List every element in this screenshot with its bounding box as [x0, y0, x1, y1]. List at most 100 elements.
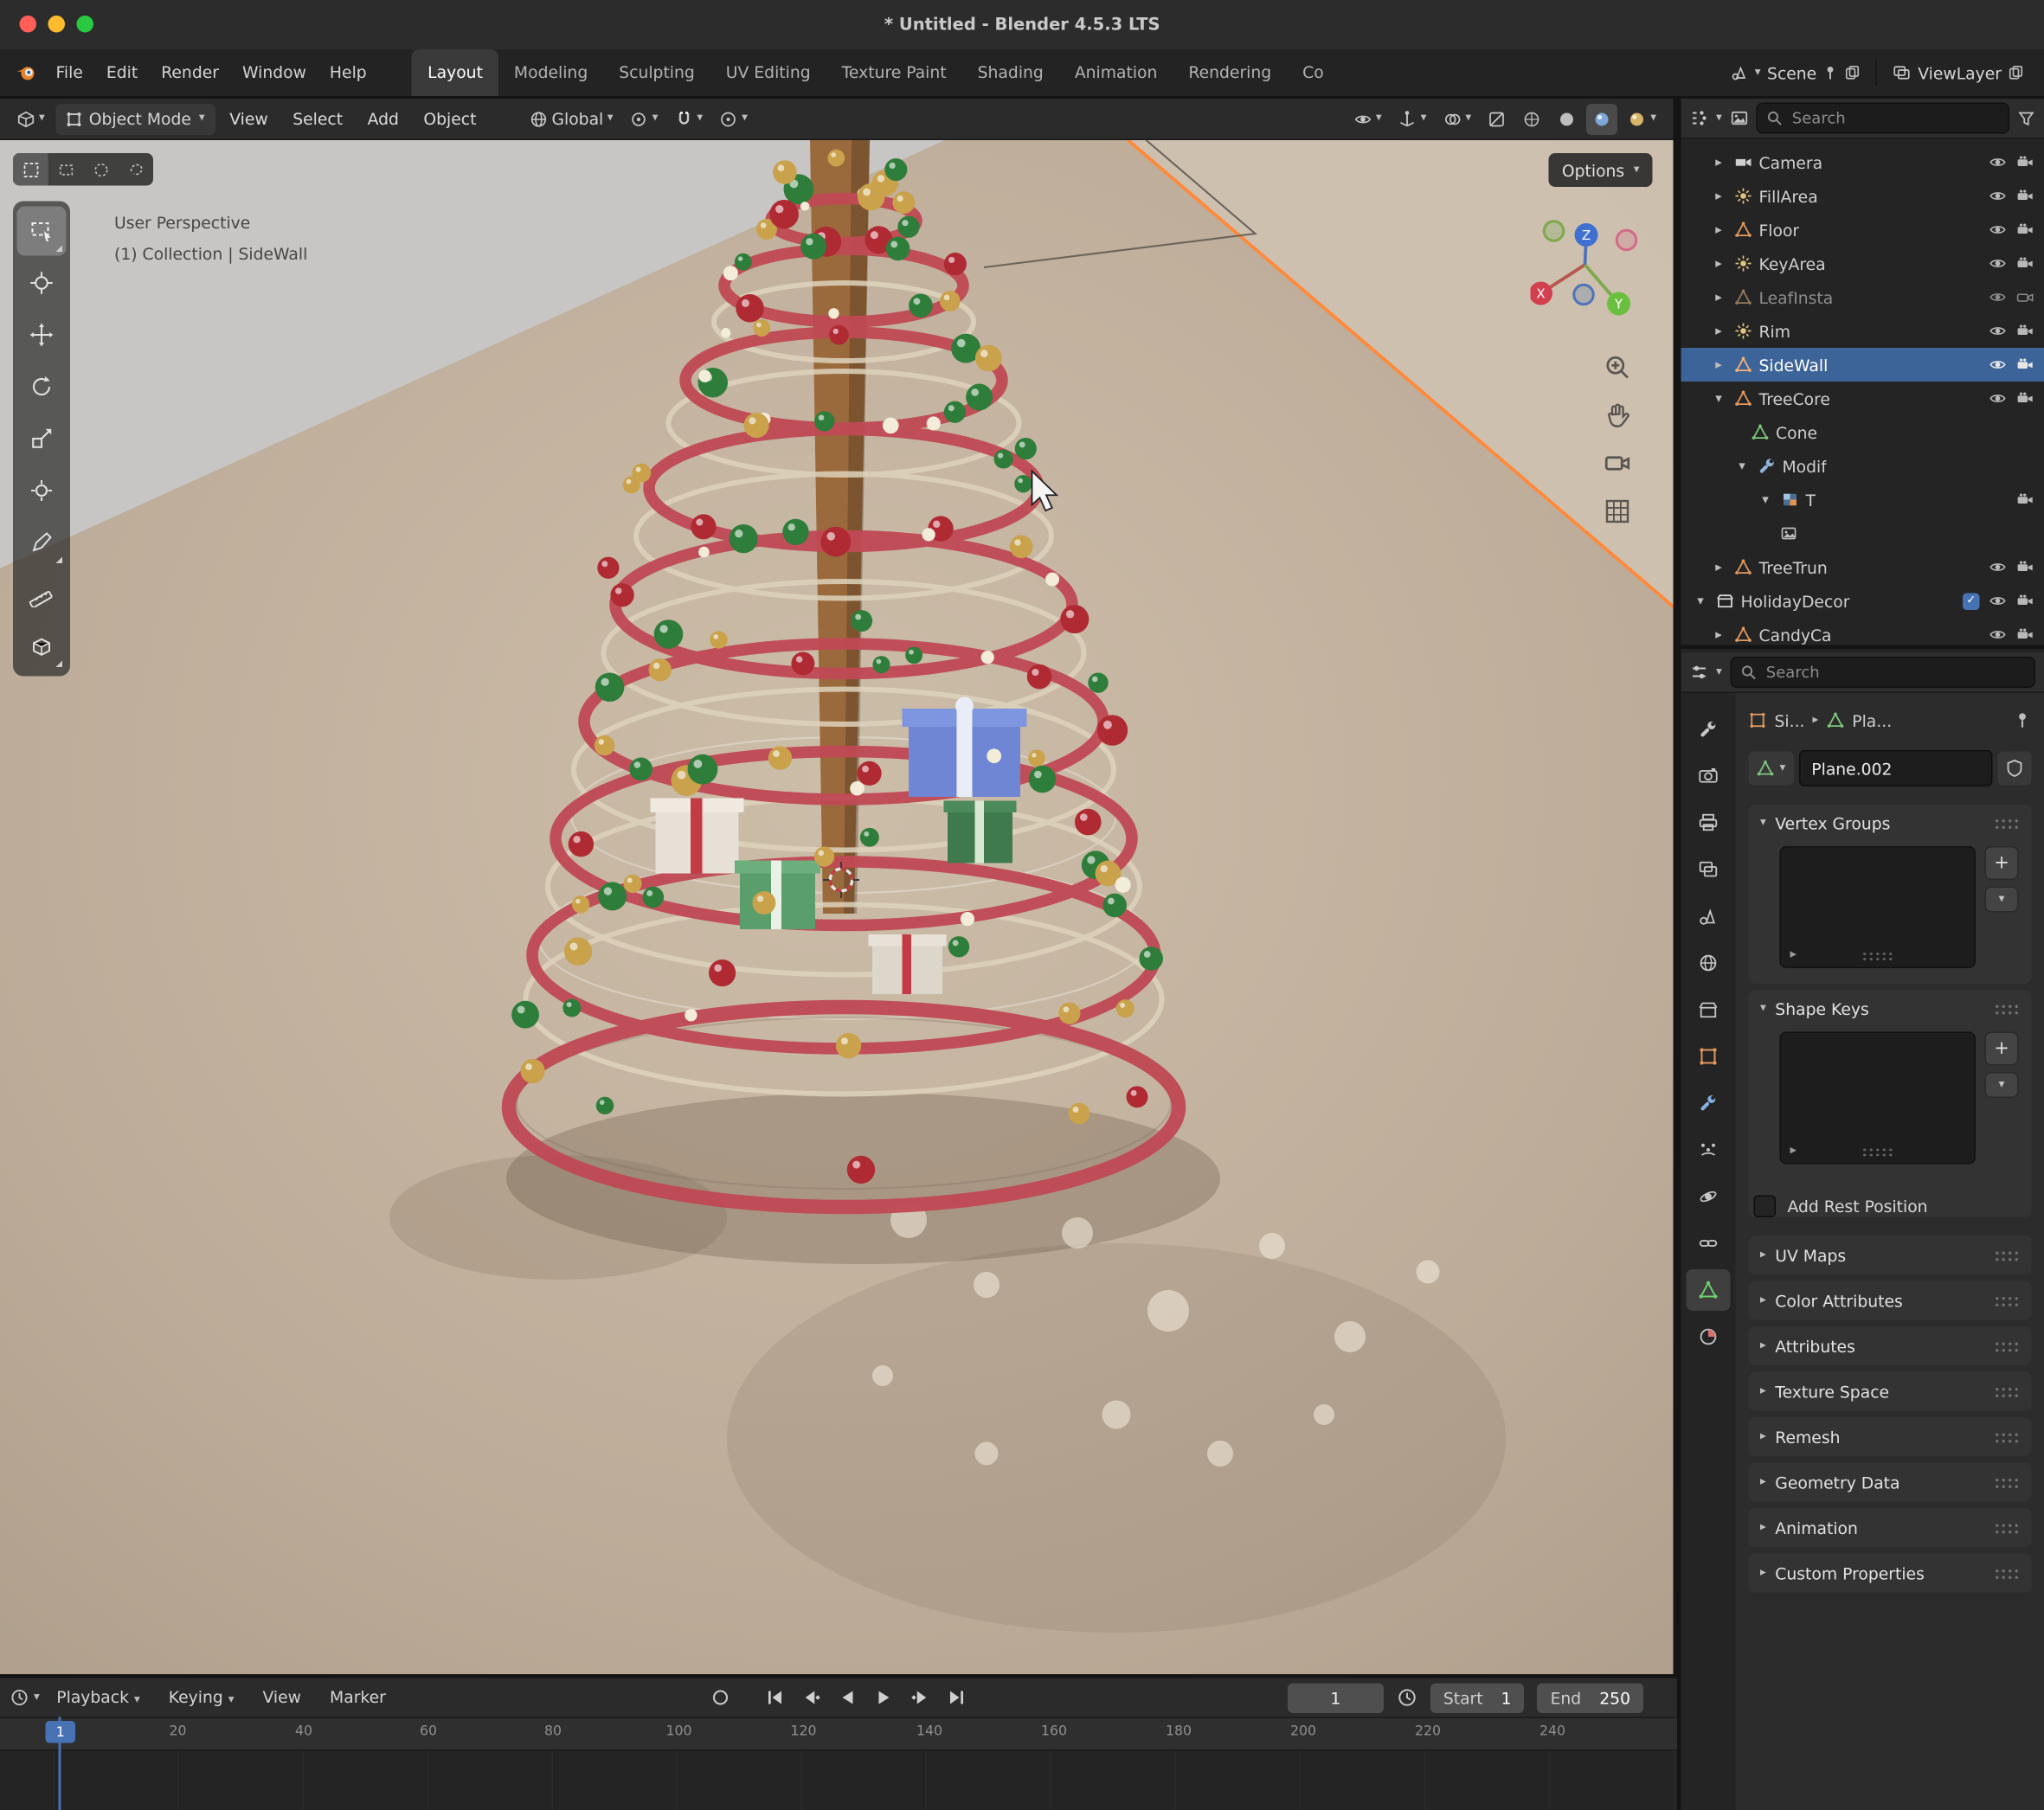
options-popover-button[interactable]: Options ▾: [1549, 153, 1653, 187]
tool-rotate[interactable]: [17, 363, 67, 412]
outliner-item-treetrunk[interactable]: ▸ TreeTrun: [1681, 550, 2044, 584]
breadcrumb-object[interactable]: Si...: [1775, 710, 1805, 730]
panel-drag-grip[interactable]: [1994, 1431, 2020, 1443]
datablock-name-field[interactable]: Plane.002: [1798, 750, 1992, 786]
panel-header-texture-space[interactable]: ▸ Texture Space: [1749, 1372, 2032, 1411]
panel-header-attributes[interactable]: ▸ Attributes: [1749, 1326, 2032, 1365]
tab-world[interactable]: [1687, 942, 1731, 984]
shading-wireframe-button[interactable]: [1517, 103, 1548, 134]
outliner-item-camera[interactable]: ▸ Camera: [1681, 145, 2044, 179]
outliner-item-leafinsta[interactable]: ▸ LeafInsta: [1681, 280, 2044, 314]
disable-render-icon[interactable]: [2016, 356, 2034, 374]
use-preview-range-icon[interactable]: [1397, 1687, 1417, 1708]
workspace-tab-texture-paint[interactable]: Texture Paint: [826, 49, 962, 96]
menu-render[interactable]: Render: [150, 57, 231, 88]
disable-render-icon[interactable]: [2016, 221, 2034, 239]
tab-output[interactable]: [1687, 802, 1731, 844]
outliner-search[interactable]: [1756, 103, 2009, 134]
gizmo-z-negative[interactable]: [1574, 285, 1594, 305]
tool-cursor[interactable]: [17, 259, 67, 308]
select-box-button[interactable]: [48, 153, 84, 186]
collapse-chevron-icon[interactable]: ▾: [1710, 391, 1728, 406]
menu-window[interactable]: Window: [230, 57, 318, 88]
new-viewlayer-icon[interactable]: [2009, 65, 2024, 80]
jump-to-end-button[interactable]: [940, 1682, 974, 1713]
menu-help[interactable]: Help: [318, 57, 378, 88]
frame-start-field[interactable]: Start1: [1430, 1683, 1525, 1713]
expand-chevron-icon[interactable]: ▸: [1710, 222, 1728, 237]
hide-eye-icon[interactable]: [1989, 187, 2007, 205]
shape-key-specials-button[interactable]: ▾: [1985, 1072, 2019, 1098]
scene-selector[interactable]: ▾ Scene: [1719, 63, 1871, 83]
expand-chevron-icon[interactable]: ▸: [1710, 290, 1728, 305]
gift-box-white-red[interactable]: [651, 799, 744, 874]
collapse-chevron-icon[interactable]: ▾: [1733, 459, 1752, 473]
collapse-chevron-icon[interactable]: ▾: [1692, 594, 1710, 608]
outliner-item-modifiers[interactable]: ▾ Modif: [1681, 449, 2044, 483]
gift-box-small-white[interactable]: [869, 934, 947, 994]
outliner-item-holidaydecor[interactable]: ▾ HolidayDecor ✓: [1681, 584, 2044, 618]
gizmo-y-negative[interactable]: [1544, 221, 1564, 241]
panel-header-animation[interactable]: ▸ Animation: [1749, 1508, 2032, 1547]
panel-drag-grip[interactable]: [1994, 1003, 2020, 1015]
minimize-window-button[interactable]: [48, 16, 66, 33]
new-scene-icon[interactable]: [1845, 65, 1861, 80]
menu-playback[interactable]: Playback ▾: [45, 1682, 151, 1713]
add-vertex-group-button[interactable]: +: [1985, 846, 2019, 880]
vertex-groups-list[interactable]: ▸: [1780, 846, 1977, 968]
panel-header-shape-keys[interactable]: ▾ Shape Keys: [1749, 991, 2032, 1027]
tab-scene[interactable]: [1687, 895, 1731, 937]
hide-eye-icon[interactable]: [1989, 153, 2007, 171]
tab-render[interactable]: [1687, 755, 1731, 797]
expand-chevron-icon[interactable]: ▸: [1710, 256, 1728, 271]
outliner-editor-icon[interactable]: [1690, 109, 1708, 127]
outliner-item-cone[interactable]: Cone: [1681, 415, 2044, 449]
gift-box-blue[interactable]: [903, 697, 1027, 798]
panel-drag-grip[interactable]: [1994, 1385, 2020, 1397]
play-button[interactable]: [867, 1682, 901, 1713]
properties-editor-icon[interactable]: [1690, 664, 1708, 682]
transform-orientation-selector[interactable]: Global ▾: [523, 103, 620, 134]
disable-render-icon[interactable]: [2016, 592, 2034, 610]
menu-edit[interactable]: Edit: [94, 57, 149, 88]
panel-drag-grip[interactable]: [1994, 1249, 2020, 1261]
vertex-group-specials-button[interactable]: ▾: [1985, 887, 2019, 913]
pan-hand-icon[interactable]: [1604, 401, 1632, 430]
shape-keys-list[interactable]: ▸: [1780, 1032, 1977, 1165]
pivot-point-selector[interactable]: ▾: [624, 103, 665, 134]
menu-object[interactable]: Object: [413, 103, 486, 134]
editor-type-button[interactable]: ▾: [10, 103, 51, 134]
blender-logo-icon[interactable]: [16, 62, 36, 83]
hide-eye-icon[interactable]: [1989, 356, 2007, 374]
zoom-window-button[interactable]: [77, 16, 94, 33]
hide-eye-icon[interactable]: [1989, 254, 2007, 273]
chevron-down-icon[interactable]: ▾: [1716, 112, 1722, 125]
panel-header-geometry-data[interactable]: ▸ Geometry Data: [1749, 1463, 2032, 1502]
panel-drag-grip[interactable]: [1994, 1476, 2020, 1488]
close-window-button[interactable]: [20, 16, 37, 33]
viewport-scene[interactable]: [0, 140, 1677, 1674]
properties-search[interactable]: [1730, 657, 2035, 688]
proportional-editing-selector[interactable]: ▾: [713, 103, 754, 134]
outliner-item-texture[interactable]: ▾ T: [1681, 483, 2044, 517]
tab-modifiers[interactable]: [1687, 1082, 1731, 1124]
timeline-editor-icon[interactable]: [10, 1689, 29, 1707]
visibility-popover[interactable]: ▾: [1347, 103, 1388, 134]
tool-transform[interactable]: [17, 466, 67, 516]
shading-solid-button[interactable]: [1552, 103, 1583, 134]
outliner-item-keyarea[interactable]: ▸ KeyArea: [1681, 247, 2044, 280]
tab-physics[interactable]: [1687, 1176, 1731, 1217]
disable-render-icon[interactable]: [2016, 288, 2034, 306]
tool-measure[interactable]: [17, 570, 67, 619]
scene-name[interactable]: Scene: [1767, 63, 1816, 83]
tool-scale[interactable]: [17, 414, 67, 464]
outliner-item-sub[interactable]: [1681, 517, 2044, 550]
shading-material-button[interactable]: [1587, 103, 1618, 134]
display-mode-icon[interactable]: [1730, 109, 1748, 127]
timeline-dopesheet-area[interactable]: [0, 1751, 1677, 1810]
jump-to-start-button[interactable]: [758, 1682, 792, 1713]
pin-icon[interactable]: [1823, 65, 1839, 80]
panel-header-remesh[interactable]: ▸ Remesh: [1749, 1417, 2032, 1456]
disable-render-icon[interactable]: [2016, 254, 2034, 273]
outliner-item-candycane[interactable]: ▸ CandyCa: [1681, 618, 2044, 649]
